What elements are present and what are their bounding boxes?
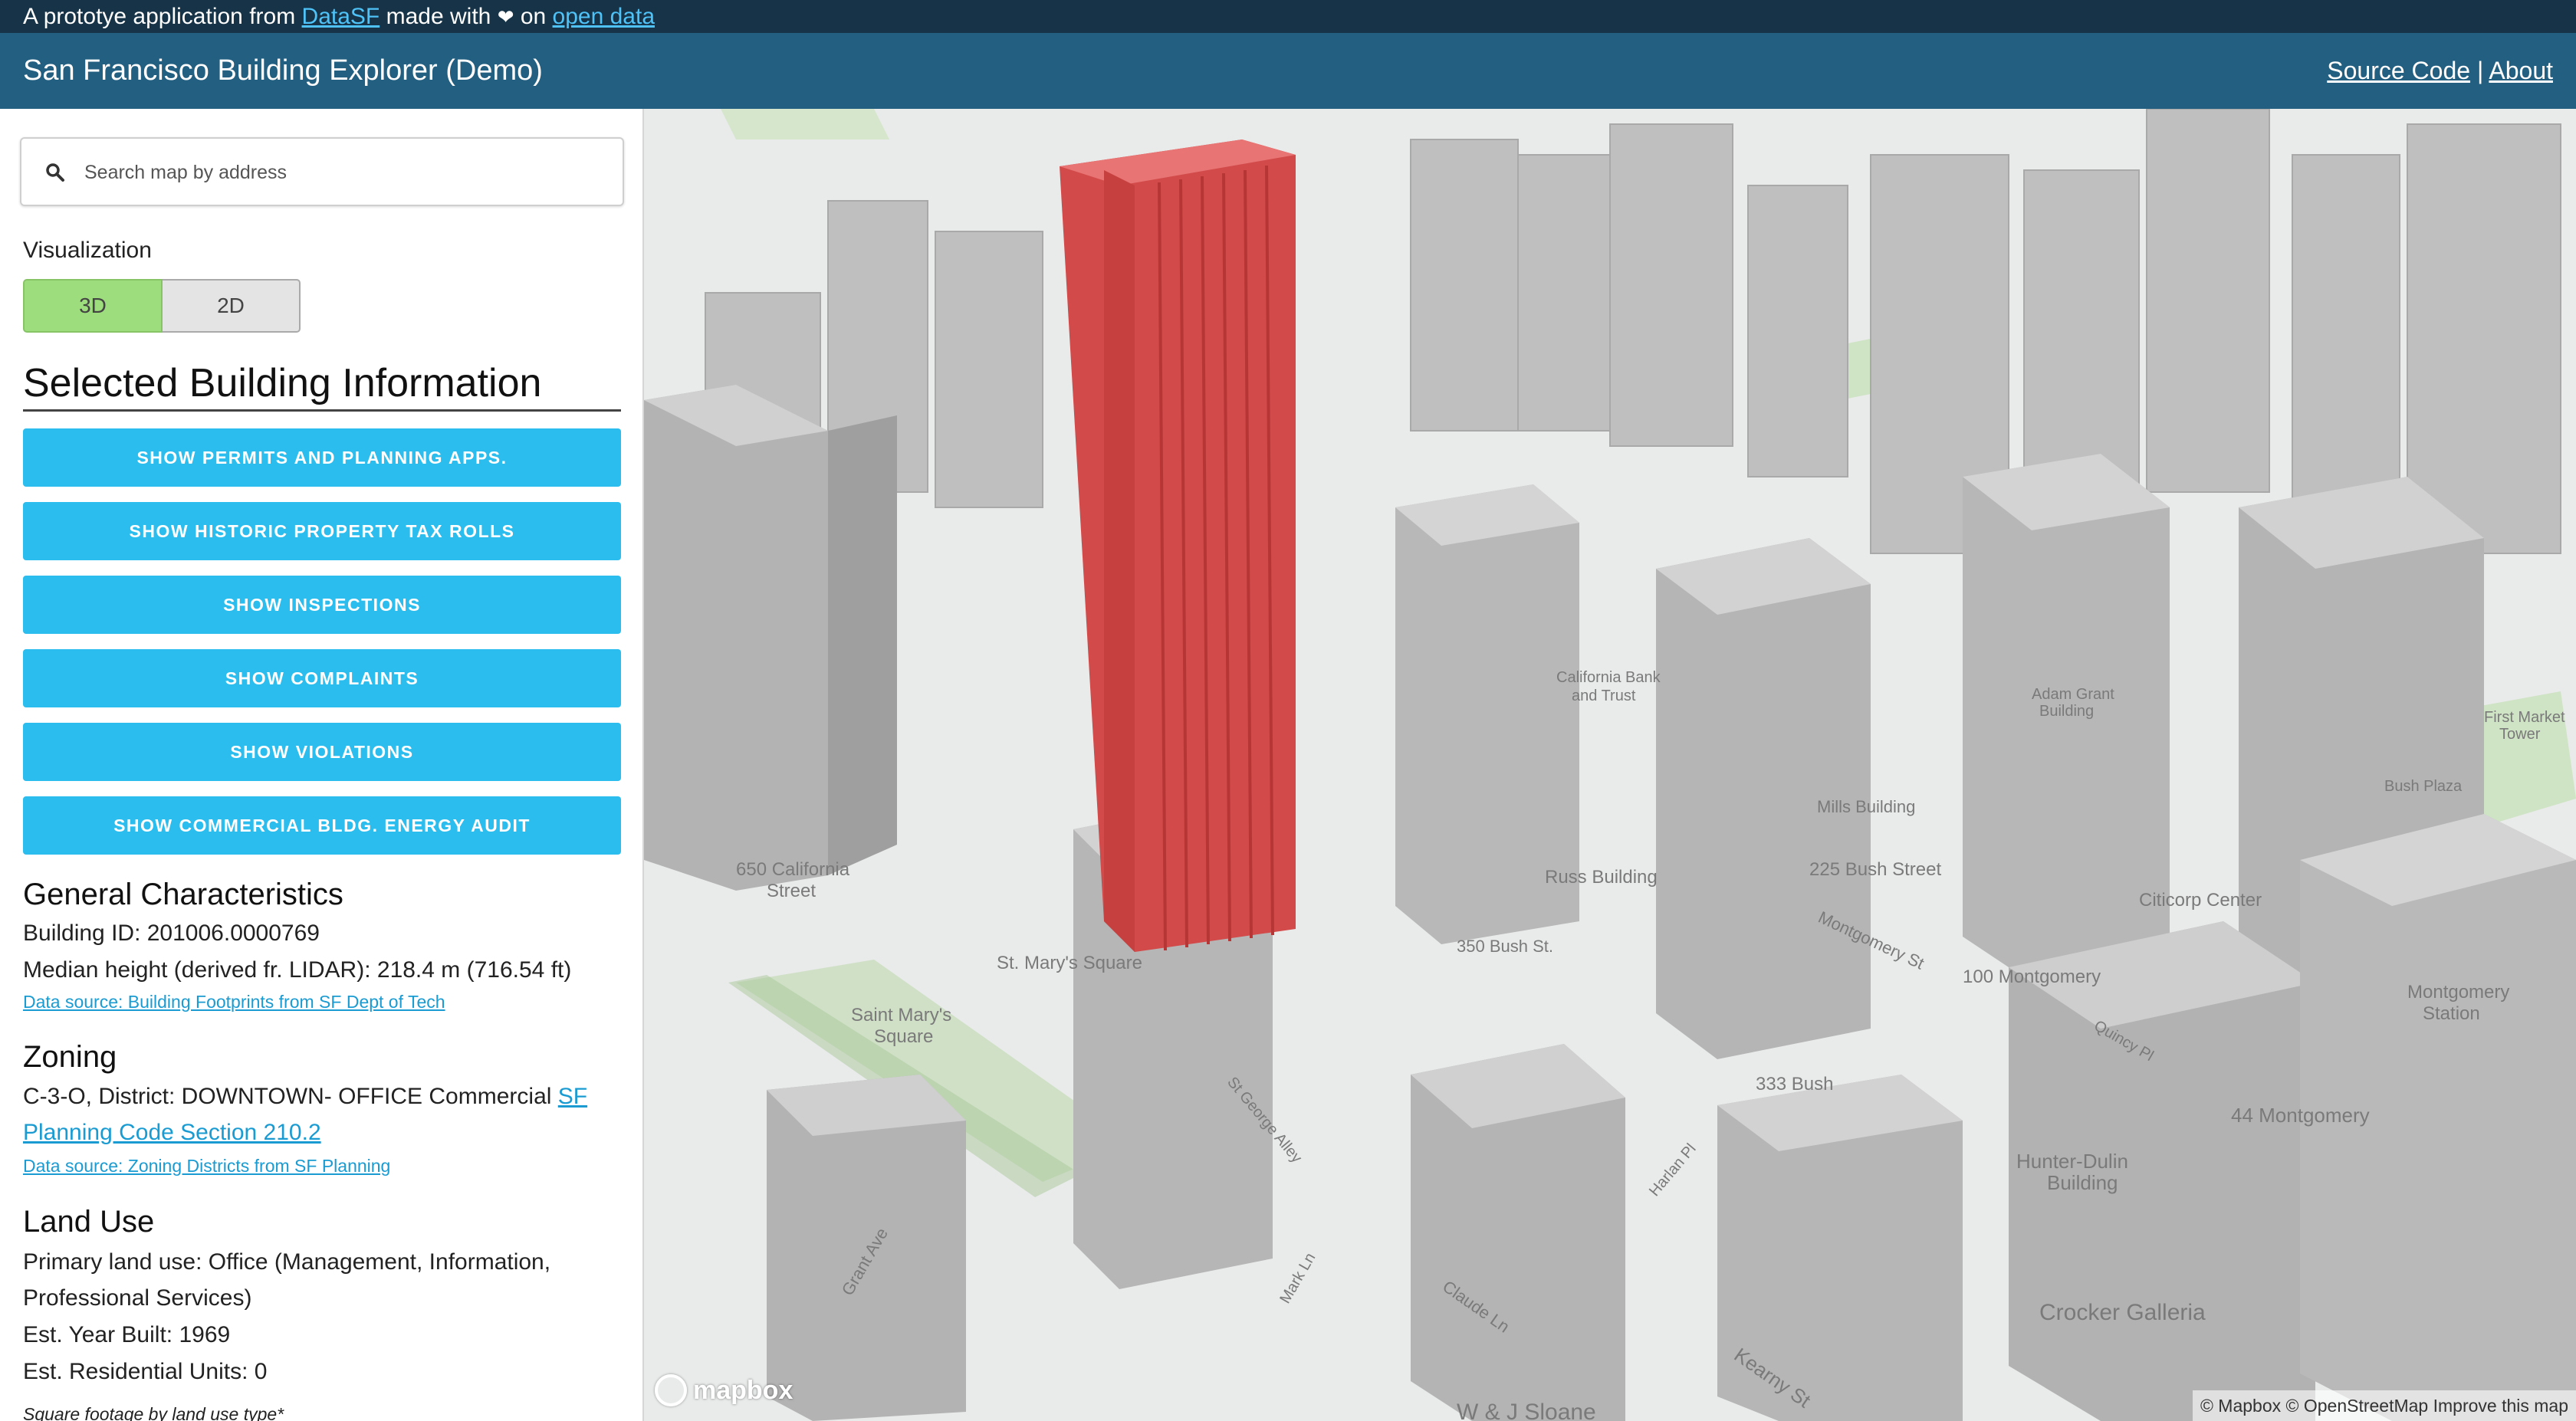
svg-text:Saint Mary's: Saint Mary's xyxy=(851,1005,951,1026)
show-energy-audit-button[interactable]: SHOW COMMERCIAL BLDG. ENERGY AUDIT xyxy=(23,796,621,855)
search-box xyxy=(20,137,624,206)
search-icon xyxy=(46,163,64,182)
selected-building-title: Selected Building Information xyxy=(23,360,621,412)
svg-text:650 California: 650 California xyxy=(736,859,850,880)
map-canvas[interactable]: 650 California Street St. Mary's Square … xyxy=(644,109,2576,1421)
heart-icon: ❤ xyxy=(497,6,514,29)
svg-text:Crocker Galleria: Crocker Galleria xyxy=(2039,1300,2206,1325)
svg-text:and Trust: and Trust xyxy=(1572,688,1636,704)
primary-land-use: Primary land use: Office (Management, In… xyxy=(23,1249,551,1311)
mapbox-logo-icon xyxy=(655,1374,687,1406)
visualization-label: Visualization xyxy=(23,238,152,263)
show-inspections-button[interactable]: SHOW INSPECTIONS xyxy=(23,576,621,634)
svg-text:Bush Plaza: Bush Plaza xyxy=(2384,778,2463,795)
about-link[interactable]: About xyxy=(2489,57,2553,84)
svg-text:Citicorp Center: Citicorp Center xyxy=(2139,890,2262,911)
svg-text:Square: Square xyxy=(874,1026,933,1047)
land-use-heading: Land Use xyxy=(23,1205,155,1239)
map-3d-view[interactable]: 650 California Street St. Mary's Square … xyxy=(644,109,2576,1421)
svg-text:44 Montgomery: 44 Montgomery xyxy=(2231,1104,2370,1127)
svg-text:333 Bush: 333 Bush xyxy=(1756,1074,1833,1094)
square-footage-note: Square footage by land use type* xyxy=(23,1404,284,1421)
svg-text:St. Mary's Square: St. Mary's Square xyxy=(997,953,1142,973)
zoning-source-link[interactable]: Data source: Zoning Districts from SF Pl… xyxy=(23,1156,390,1176)
show-complaints-button[interactable]: SHOW COMPLAINTS xyxy=(23,649,621,707)
open-data-link[interactable]: open data xyxy=(553,4,655,29)
svg-text:225 Bush Street: 225 Bush Street xyxy=(1809,859,1941,880)
zoning-text: C-3-O, District: DOWNTOWN- OFFICE Commer… xyxy=(23,1078,629,1150)
mapbox-logo[interactable]: mapbox xyxy=(655,1372,793,1409)
svg-text:Building: Building xyxy=(2039,703,2094,720)
map-attribution[interactable]: © Mapbox © OpenStreetMap Improve this ma… xyxy=(2192,1390,2576,1421)
svg-text:100 Montgomery: 100 Montgomery xyxy=(1963,966,2101,987)
svg-text:Montgomery: Montgomery xyxy=(2407,982,2509,1003)
svg-text:Hunter-Dulin: Hunter-Dulin xyxy=(2016,1150,2128,1173)
show-tax-rolls-button[interactable]: SHOW HISTORIC PROPERTY TAX ROLLS xyxy=(23,502,621,560)
credit-prefix: A prototye application from xyxy=(23,4,296,29)
toggle-2d-button[interactable]: 2D xyxy=(163,279,301,333)
svg-text:Station: Station xyxy=(2423,1003,2480,1024)
app-title: San Francisco Building Explorer (Demo) xyxy=(23,54,543,87)
toggle-3d-button[interactable]: 3D xyxy=(23,279,163,333)
median-height: Median height (derived fr. LIDAR): 218.4… xyxy=(23,957,572,983)
zoning-heading: Zoning xyxy=(23,1040,117,1074)
sidebar: Visualization 3D 2D Selected Building In… xyxy=(0,109,644,1421)
svg-text:350 Bush St.: 350 Bush St. xyxy=(1457,937,1553,956)
svg-text:First Market: First Market xyxy=(2484,709,2565,726)
footprints-source-link[interactable]: Data source: Building Footprints from SF… xyxy=(23,992,445,1012)
svg-text:Street: Street xyxy=(767,881,816,901)
show-violations-button[interactable]: SHOW VIOLATIONS xyxy=(23,723,621,781)
svg-text:W & J Sloane: W & J Sloane xyxy=(1457,1400,1596,1421)
header-links: Source Code | About xyxy=(2327,33,2553,109)
mapbox-logo-text: mapbox xyxy=(693,1375,794,1405)
datasf-link[interactable]: DataSF xyxy=(302,4,380,29)
link-separator: | xyxy=(2476,57,2484,84)
on-text: on xyxy=(520,4,547,29)
svg-text:Mills Building: Mills Building xyxy=(1817,797,1915,816)
app-header: San Francisco Building Explorer (Demo) S… xyxy=(0,33,2576,109)
source-code-link[interactable]: Source Code xyxy=(2327,57,2470,84)
year-built: Est. Year Built: 1969 xyxy=(23,1322,231,1347)
show-permits-button[interactable]: SHOW PERMITS AND PLANNING APPS. xyxy=(23,428,621,487)
visualization-toggle: 3D 2D xyxy=(23,279,301,333)
made-with-text: made with xyxy=(386,4,491,29)
svg-text:Russ Building: Russ Building xyxy=(1545,867,1658,888)
zoning-district: C-3-O, District: DOWNTOWN- OFFICE Commer… xyxy=(23,1084,552,1109)
building-id: Building ID: 201006.0000769 xyxy=(23,921,320,946)
general-characteristics-heading: General Characteristics xyxy=(23,878,343,911)
svg-text:Building: Building xyxy=(2047,1171,2118,1194)
credit-bar: A prototye application from DataSF made … xyxy=(0,0,2576,33)
svg-text:California Bank: California Bank xyxy=(1556,669,1661,686)
svg-text:Adam Grant: Adam Grant xyxy=(2032,686,2114,703)
svg-text:Tower: Tower xyxy=(2499,726,2541,743)
residential-units: Est. Residential Units: 0 xyxy=(23,1359,268,1384)
search-input[interactable] xyxy=(83,139,615,206)
